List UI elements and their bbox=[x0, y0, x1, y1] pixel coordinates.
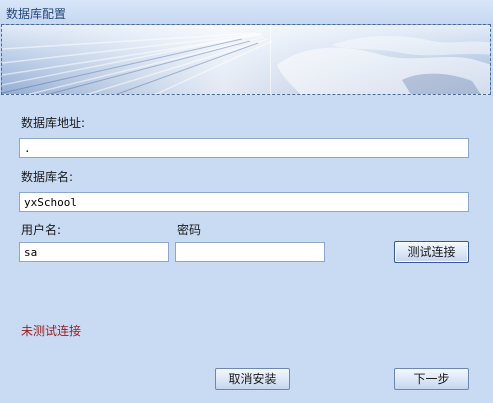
username-label: 用户名: bbox=[21, 223, 62, 237]
db-name-label: 数据库名: bbox=[21, 170, 74, 184]
database-config-window: 数据库配置 数据库地址: . 数据库名: yxSchool 用户名: sa 密码… bbox=[0, 0, 493, 403]
banner-graphic bbox=[2, 25, 490, 94]
db-address-label: 数据库地址: bbox=[21, 116, 86, 130]
cancel-install-button[interactable]: 取消安装 bbox=[215, 368, 290, 390]
password-input[interactable] bbox=[175, 242, 325, 262]
password-label: 密码 bbox=[177, 223, 202, 237]
username-input[interactable] bbox=[19, 242, 169, 262]
header-banner bbox=[1, 24, 491, 95]
window-title: 数据库配置 bbox=[6, 7, 67, 21]
connection-status: 未测试连接 bbox=[21, 324, 82, 338]
title-bar: 数据库配置 bbox=[0, 0, 493, 24]
test-connection-button[interactable]: 测试连接 bbox=[394, 241, 469, 263]
db-address-input[interactable] bbox=[19, 138, 469, 158]
db-name-input[interactable] bbox=[19, 192, 469, 212]
next-button[interactable]: 下一步 bbox=[394, 368, 469, 390]
